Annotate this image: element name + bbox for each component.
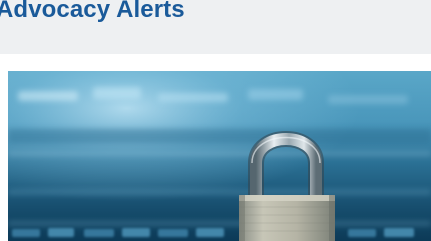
- security-padlock-photo[interactable]: [8, 71, 431, 241]
- section-header: Advocacy Alerts: [0, 0, 431, 54]
- section-title[interactable]: Advocacy Alerts: [0, 0, 185, 26]
- advocacy-alerts-card: Advocacy Alerts: [0, 0, 431, 241]
- keyboard-keys: [12, 228, 414, 237]
